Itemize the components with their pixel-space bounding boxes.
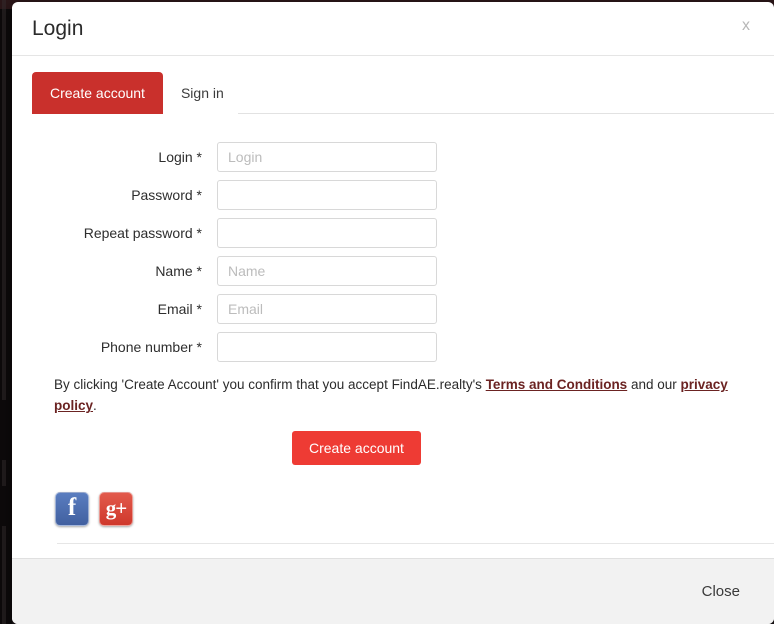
tab-bar: Create account Sign in	[32, 72, 774, 114]
form-row-password: Password *	[32, 180, 754, 210]
legal-text-after: .	[93, 398, 97, 414]
label-login: Login *	[158, 149, 202, 165]
input-password[interactable]	[217, 180, 437, 210]
tab-create-account[interactable]: Create account	[32, 72, 163, 114]
form-row-repeat-password: Repeat password *	[32, 218, 754, 248]
tab-sign-in[interactable]: Sign in	[163, 72, 242, 114]
legal-text-before: By clicking 'Create Account' you confirm…	[54, 377, 486, 392]
create-account-form: Login * Password * Repeat password * Nam…	[32, 142, 754, 362]
create-account-button[interactable]: Create account	[292, 430, 421, 465]
submit-row: Create account	[32, 430, 754, 465]
close-x-icon[interactable]: x	[738, 16, 754, 36]
tab-bar-divider	[238, 113, 774, 114]
backdrop-column	[2, 0, 6, 624]
backdrop-block-2	[0, 486, 12, 526]
facebook-icon[interactable]: f	[55, 491, 89, 526]
label-phone-number: Phone number *	[100, 339, 202, 355]
label-email: Email *	[157, 301, 202, 317]
label-name: Name *	[155, 263, 202, 279]
input-phone-number[interactable]	[217, 332, 437, 362]
label-repeat-password: Repeat password *	[83, 225, 202, 241]
form-row-name: Name *	[32, 256, 754, 286]
form-row-email: Email *	[32, 294, 754, 324]
modal-footer: Close	[12, 558, 774, 624]
form-row-login: Login *	[32, 142, 754, 172]
terms-and-conditions-link[interactable]: Terms and Conditions	[486, 377, 628, 392]
modal-title: Login	[32, 17, 84, 40]
label-password: Password *	[131, 187, 202, 203]
legal-text-between: and our	[627, 377, 681, 392]
close-button[interactable]: Close	[696, 582, 746, 601]
input-repeat-password[interactable]	[217, 218, 437, 248]
google-plus-icon[interactable]: g+	[99, 491, 133, 526]
input-email[interactable]	[217, 294, 437, 324]
backdrop-block	[0, 400, 12, 460]
login-modal: Login x Create account Sign in Login * P…	[12, 2, 774, 624]
legal-text: By clicking 'Create Account' you confirm…	[54, 374, 744, 417]
input-name[interactable]	[217, 256, 437, 286]
modal-body: Create account Sign in Login * Password …	[12, 56, 774, 558]
body-divider	[57, 543, 774, 544]
social-login-row: f g+	[55, 491, 754, 526]
modal-header: Login x	[12, 2, 774, 56]
form-row-phone-number: Phone number *	[32, 332, 754, 362]
input-login[interactable]	[217, 142, 437, 172]
